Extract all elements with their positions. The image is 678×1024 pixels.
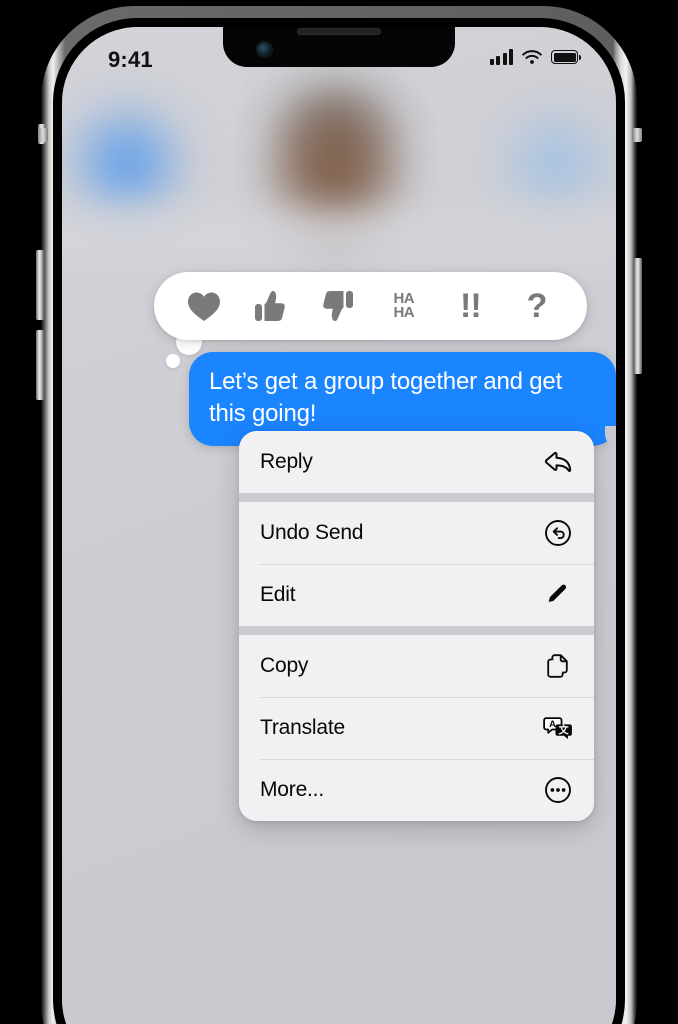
question-mark-icon: ? [526, 287, 548, 325]
context-menu-item-label: Translate [260, 716, 345, 739]
earpiece-speaker [297, 28, 381, 35]
haha-icon: HA HA [393, 291, 415, 321]
tapback-heart-button[interactable] [180, 282, 228, 330]
context-menu-item-more[interactable]: More... [239, 759, 594, 821]
double-exclamation-icon: !! [460, 287, 482, 325]
heart-icon [188, 292, 220, 321]
context-menu-item-label: Edit [260, 583, 296, 606]
tapback-exclamation-button[interactable]: !! [446, 282, 494, 330]
frame-antenna-band-right [632, 128, 642, 142]
tapback-tail-small [166, 354, 180, 368]
message-context-menu[interactable]: Reply Undo Send Edit Copy Translate A 文 … [239, 431, 594, 821]
svg-text:A: A [549, 719, 556, 730]
context-menu-item-label: Reply [260, 450, 313, 473]
screenshot-stage: 9:41 HA HA !! ? Let’s get a group togeth… [0, 0, 678, 1024]
blurred-header-strip [62, 215, 616, 259]
tapback-thumbs-up-button[interactable] [247, 282, 295, 330]
ellipsis-circle-icon [543, 775, 573, 805]
svg-text:文: 文 [559, 724, 570, 737]
tapback-haha-button[interactable]: HA HA [380, 282, 428, 330]
context-menu-item-edit[interactable]: Edit [239, 564, 594, 626]
front-camera-icon [257, 42, 272, 57]
context-menu-separator [239, 493, 594, 502]
tapback-reaction-bar[interactable]: HA HA !! ? [154, 272, 587, 340]
volume-down-button[interactable] [36, 330, 44, 400]
tapback-thumbs-down-button[interactable] [313, 282, 361, 330]
copy-docs-icon [543, 651, 573, 681]
context-menu-item-translate[interactable]: Translate A 文 [239, 697, 594, 759]
translate-icon: A 文 [543, 713, 573, 743]
pencil-icon [543, 580, 573, 610]
reply-arrow-icon [543, 447, 573, 477]
volume-up-button[interactable] [36, 250, 44, 320]
device-notch [223, 27, 455, 67]
message-bubble-tail [601, 424, 616, 447]
context-menu-item-label: Undo Send [260, 521, 364, 544]
message-text: Let’s get a group together and get this … [209, 368, 563, 427]
context-menu-separator [239, 626, 594, 635]
frame-antenna-band-left [38, 128, 48, 142]
context-menu-group-1: Reply [239, 431, 594, 493]
thumbs-up-icon [254, 291, 285, 321]
context-menu-item-label: Copy [260, 654, 309, 677]
context-menu-group-2: Undo Send Edit [239, 502, 594, 626]
thumbs-down-icon [323, 291, 354, 321]
blurred-avatar-right [514, 123, 598, 203]
context-menu-item-label: More... [260, 778, 324, 801]
undo-circle-icon [543, 518, 573, 548]
blurred-avatar-left [84, 119, 170, 205]
context-menu-item-reply[interactable]: Reply [239, 431, 594, 493]
phone-screen: 9:41 HA HA !! ? Let’s get a group togeth… [62, 27, 616, 1024]
haha-line-2: HA [393, 304, 415, 321]
context-menu-group-3: Copy Translate A 文 More... [239, 635, 594, 821]
context-menu-item-undo-send[interactable]: Undo Send [239, 502, 594, 564]
side-power-button[interactable] [634, 258, 642, 374]
context-menu-item-copy[interactable]: Copy [239, 635, 594, 697]
tapback-question-button[interactable]: ? [513, 282, 561, 330]
